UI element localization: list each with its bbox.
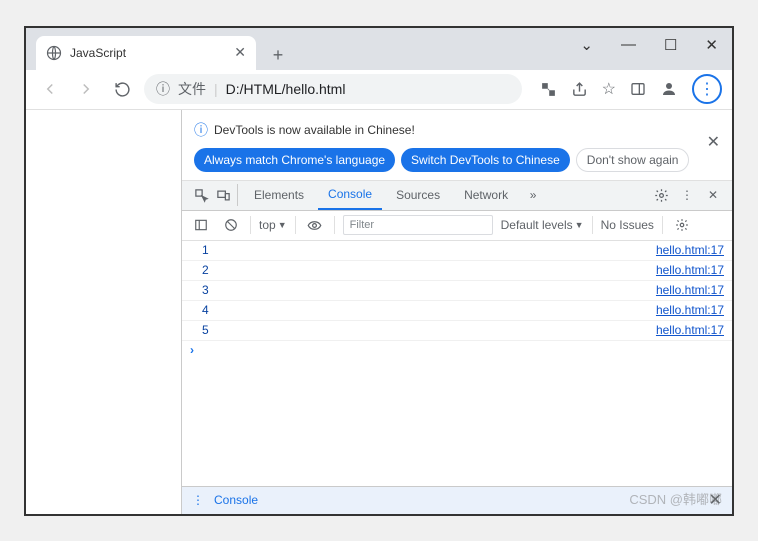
tab-elements[interactable]: Elements xyxy=(244,180,314,210)
banner-message: DevTools is now available in Chinese! xyxy=(214,123,415,137)
address-bar: ⓘ 文件 | D:/HTML/hello.html ☆ ⋮ xyxy=(26,70,732,110)
star-icon[interactable]: ☆ xyxy=(602,79,616,99)
reload-button[interactable] xyxy=(108,75,136,103)
log-source-link[interactable]: hello.html:17 xyxy=(656,323,724,337)
close-window-button[interactable]: ✕ xyxy=(705,36,718,54)
log-value: 1 xyxy=(202,243,209,257)
log-row: 2 hello.html:17 xyxy=(182,261,732,281)
profile-icon[interactable] xyxy=(660,80,678,98)
chevron-down-icon[interactable]: ⌄ xyxy=(580,36,593,54)
clear-console-icon[interactable] xyxy=(220,214,242,236)
console-settings-icon[interactable] xyxy=(671,214,693,236)
devtools-banner: ⓘ DevTools is now available in Chinese! … xyxy=(182,110,732,181)
translate-icon[interactable] xyxy=(540,81,557,98)
tab-title: JavaScript xyxy=(70,46,126,60)
devtools-close-icon[interactable]: ✕ xyxy=(702,184,724,206)
new-tab-button[interactable]: + xyxy=(264,42,292,70)
log-source-link[interactable]: hello.html:17 xyxy=(656,263,724,277)
url-text: D:/HTML/hello.html xyxy=(226,81,346,97)
back-button[interactable] xyxy=(36,75,64,103)
share-icon[interactable] xyxy=(571,81,588,98)
kebab-menu-icon[interactable]: ⋮ xyxy=(676,184,698,206)
devtools-drawer: ⋮ Console ✕ xyxy=(182,486,732,514)
banner-close-icon[interactable]: ✕ xyxy=(707,132,720,152)
browser-tab[interactable]: JavaScript ✕ xyxy=(36,36,256,70)
filter-input[interactable] xyxy=(343,215,493,235)
log-value: 5 xyxy=(202,323,209,337)
log-row: 1 hello.html:17 xyxy=(182,241,732,261)
side-panel-icon[interactable] xyxy=(630,81,646,97)
close-tab-icon[interactable]: ✕ xyxy=(234,44,246,61)
console-prompt[interactable]: › xyxy=(182,341,732,359)
issues-label[interactable]: No Issues xyxy=(601,218,654,232)
match-language-button[interactable]: Always match Chrome's language xyxy=(194,148,395,172)
dont-show-again-button[interactable]: Don't show again xyxy=(576,148,690,172)
log-value: 4 xyxy=(202,303,209,317)
forward-button[interactable] xyxy=(72,75,100,103)
settings-icon[interactable] xyxy=(650,184,672,206)
log-row: 4 hello.html:17 xyxy=(182,301,732,321)
maximize-button[interactable]: ☐ xyxy=(664,36,677,54)
tab-network[interactable]: Network xyxy=(454,180,518,210)
context-selector[interactable]: top ▼ xyxy=(259,218,287,232)
console-toolbar: top ▼ Default levels ▼ No Issues xyxy=(182,211,732,241)
tab-console[interactable]: Console xyxy=(318,180,382,210)
globe-icon xyxy=(46,45,62,61)
drawer-console-tab[interactable]: Console xyxy=(214,493,258,507)
chrome-menu-button[interactable]: ⋮ xyxy=(692,74,722,104)
page-viewport xyxy=(26,110,181,514)
console-output: 1 hello.html:17 2 hello.html:17 3 hello.… xyxy=(182,241,732,486)
tab-sources[interactable]: Sources xyxy=(386,180,450,210)
log-source-link[interactable]: hello.html:17 xyxy=(656,243,724,257)
log-value: 3 xyxy=(202,283,209,297)
log-source-link[interactable]: hello.html:17 xyxy=(656,303,724,317)
url-bar[interactable]: ⓘ 文件 | D:/HTML/hello.html xyxy=(144,74,522,104)
info-icon[interactable]: ⓘ xyxy=(156,79,170,99)
device-toggle-icon[interactable] xyxy=(216,184,238,206)
minimize-button[interactable]: — xyxy=(621,36,636,53)
file-label: 文件 xyxy=(178,79,206,99)
inspect-icon[interactable] xyxy=(190,184,212,206)
devtools-tab-bar: Elements Console Sources Network » ⋮ ✕ xyxy=(182,181,732,211)
drawer-menu-icon[interactable]: ⋮ xyxy=(192,493,204,507)
info-icon: ⓘ xyxy=(194,120,208,140)
drawer-close-icon[interactable]: ✕ xyxy=(709,490,722,510)
levels-selector[interactable]: Default levels ▼ xyxy=(501,218,584,232)
devtools-panel: ⓘ DevTools is now available in Chinese! … xyxy=(181,110,732,514)
live-expression-icon[interactable] xyxy=(304,214,326,236)
log-row: 5 hello.html:17 xyxy=(182,321,732,341)
more-tabs-icon[interactable]: » xyxy=(522,184,544,206)
sidebar-toggle-icon[interactable] xyxy=(190,214,212,236)
log-value: 2 xyxy=(202,263,209,277)
log-source-link[interactable]: hello.html:17 xyxy=(656,283,724,297)
switch-chinese-button[interactable]: Switch DevTools to Chinese xyxy=(401,148,570,172)
log-row: 3 hello.html:17 xyxy=(182,281,732,301)
